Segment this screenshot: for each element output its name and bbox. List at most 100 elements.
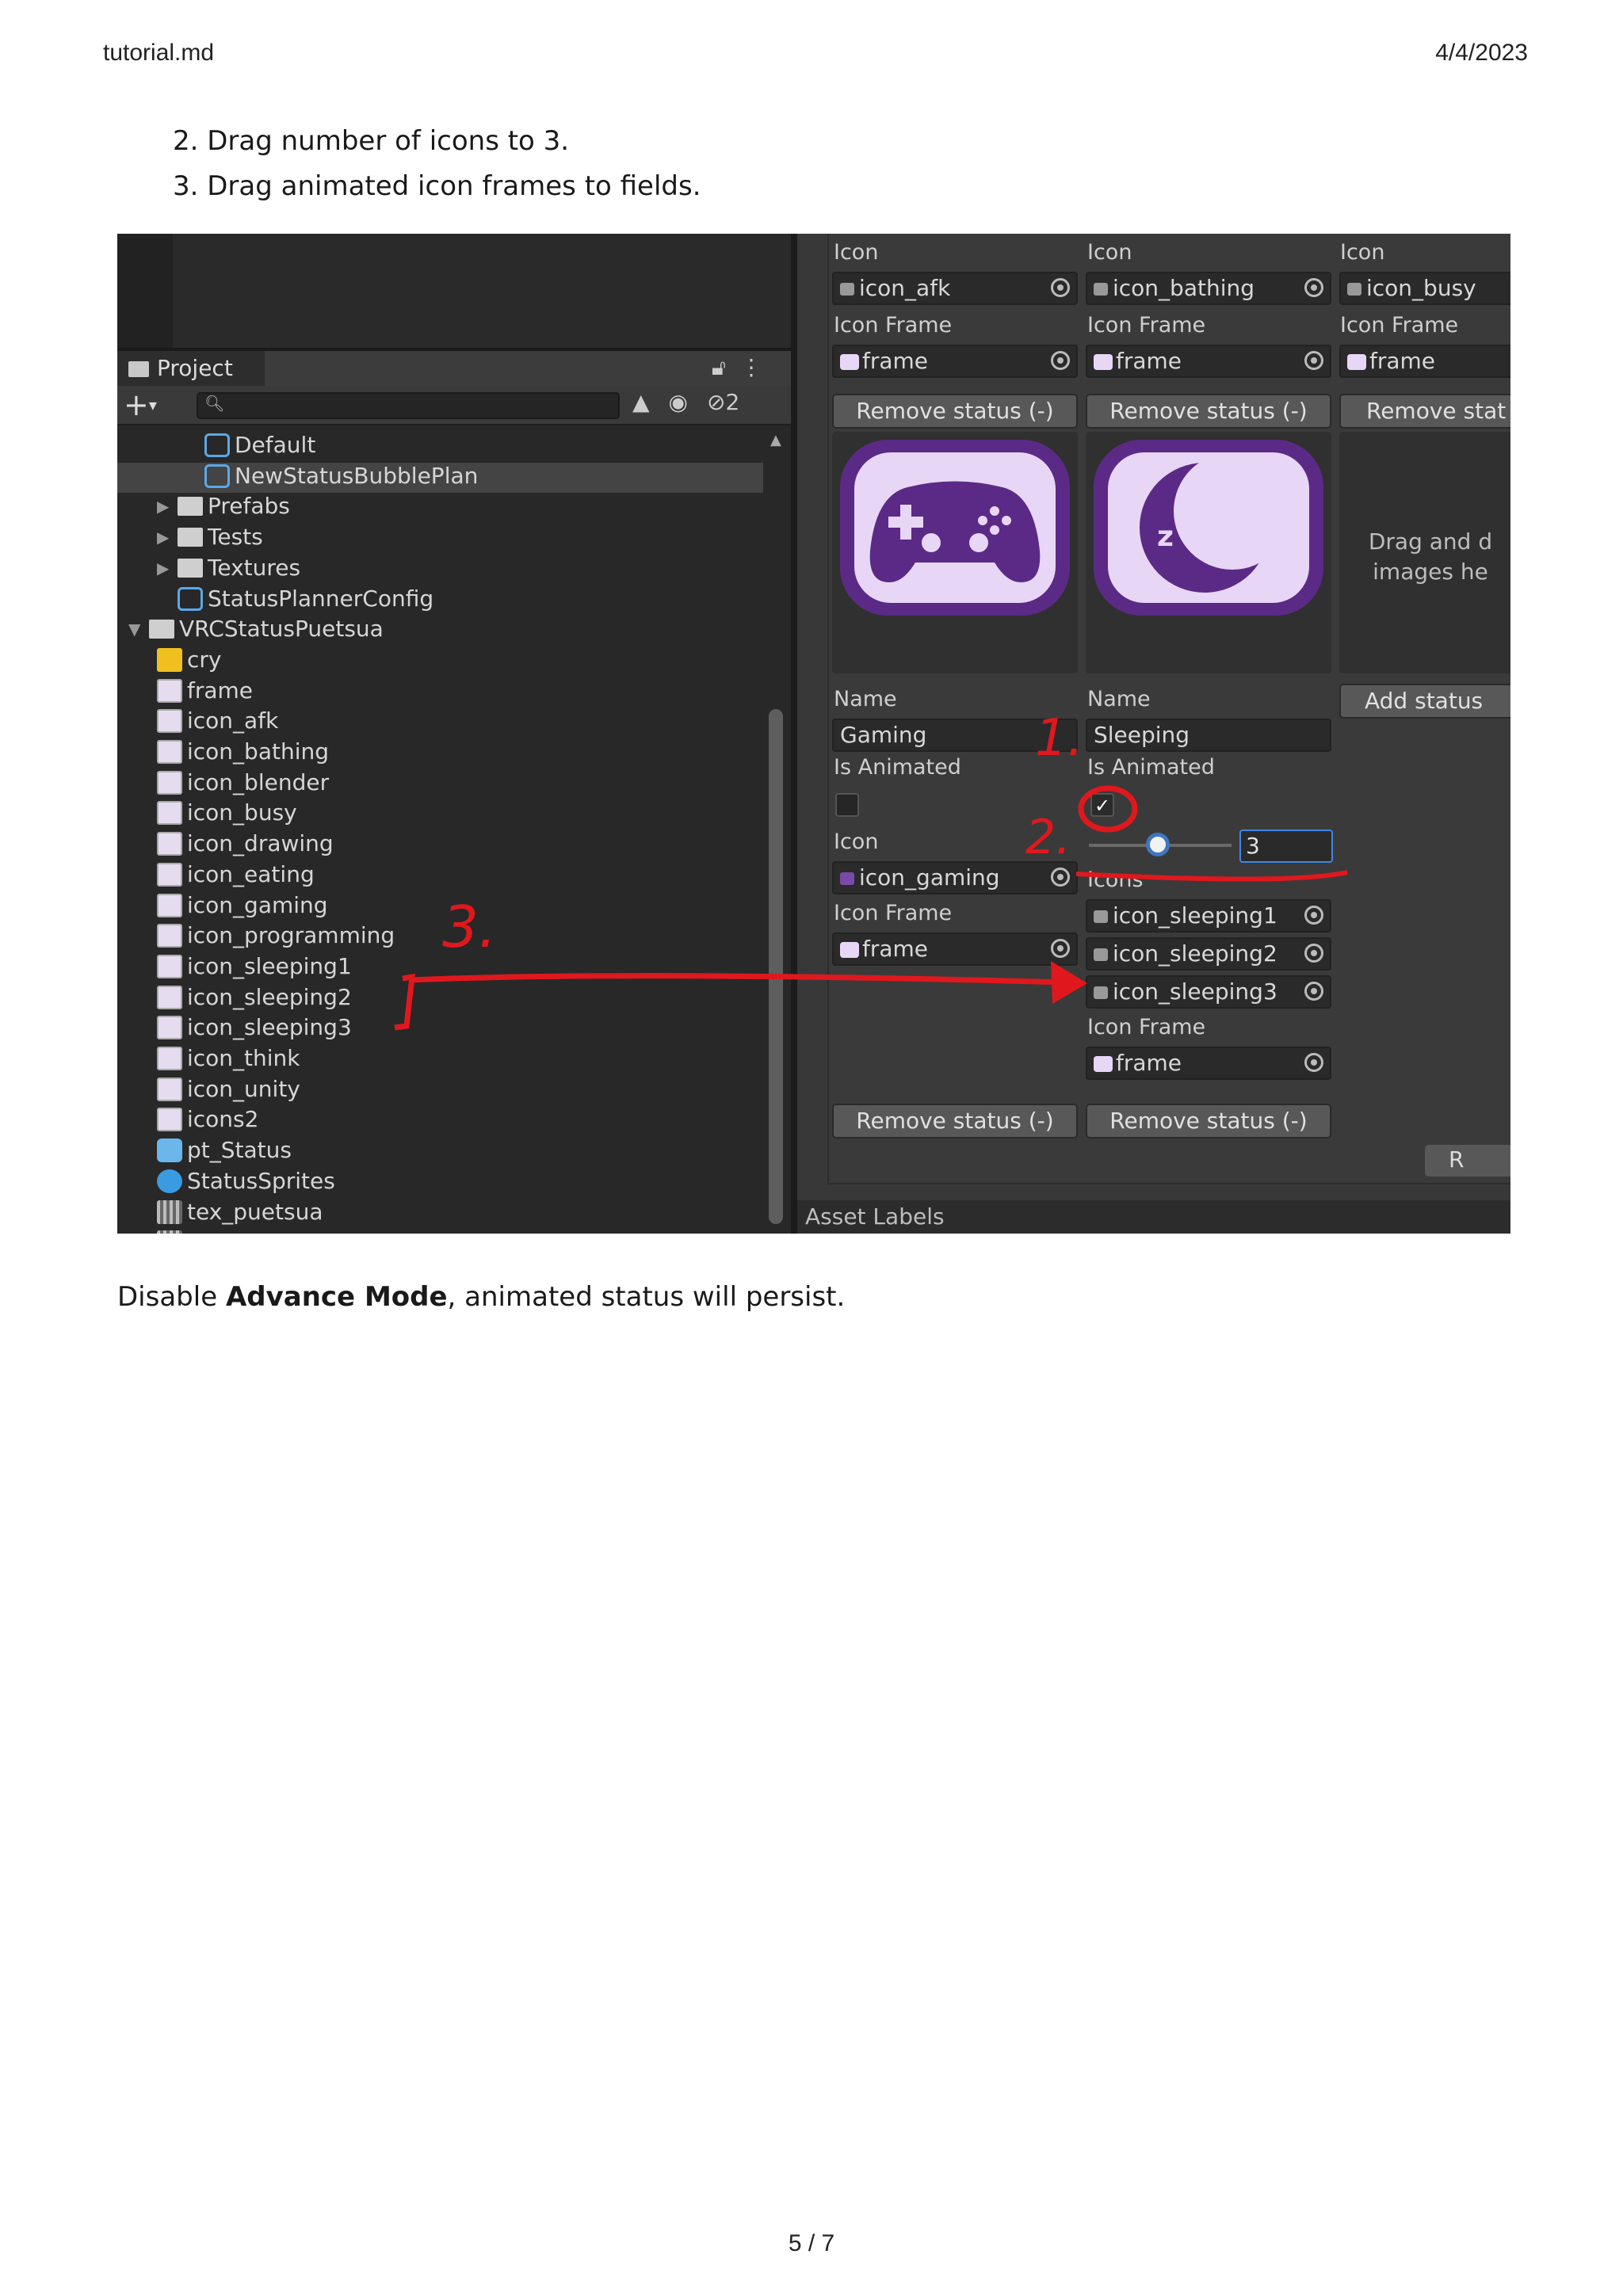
tree-row[interactable]: icon_programming [117, 922, 763, 952]
tree-row[interactable]: icon_sleeping2 [117, 984, 763, 1014]
tree-row[interactable]: ▶ Textures [117, 555, 763, 585]
tree-row[interactable]: NewStatusBubblePlan [117, 462, 763, 493]
add-status-button[interactable]: Add status [1339, 684, 1510, 719]
expand-arrow-icon[interactable]: ▶ [157, 528, 178, 547]
icon-frame-label-1: Icon Frame [834, 313, 953, 338]
tree-row[interactable]: icon_think [117, 1045, 763, 1075]
asset-labels-bar: Asset Labels [797, 1200, 1510, 1234]
filter-by-label-icon[interactable]: ◉ [669, 389, 688, 415]
expand-arrow-icon[interactable]: ▶ [157, 497, 178, 516]
tree-row[interactable]: icon_sleeping1 [117, 953, 763, 983]
tree-row[interactable]: icon_eating [117, 861, 763, 891]
frame-field-3[interactable]: frame [1339, 345, 1510, 378]
collapse-arrow-icon[interactable]: ▼ [128, 620, 149, 639]
tree-row[interactable]: icon_gaming [117, 892, 763, 922]
remove-status-button-sleeping[interactable]: Remove status (-) [1086, 1104, 1331, 1138]
sleeping2-thumb-icon [1094, 948, 1108, 961]
filter-by-type-icon[interactable]: ▲ [632, 389, 650, 415]
object-picker-icon[interactable] [1304, 278, 1323, 297]
remove-status-button-2[interactable]: Remove status (-) [1086, 394, 1331, 429]
frame-field-gaming[interactable]: frame [832, 933, 1078, 966]
sleeping1-thumb-icon [1094, 910, 1108, 923]
expand-arrow-icon[interactable]: ▶ [157, 559, 178, 578]
tree-row[interactable]: icon_bathing [117, 738, 763, 769]
tree-row-label: VRCStatusPuetsua [179, 616, 384, 643]
tree-row[interactable]: icons2 [117, 1106, 763, 1136]
tree-row[interactable]: pt_Status [117, 1137, 763, 1167]
tree-scrollbar[interactable]: ▲ [767, 432, 785, 1224]
scroll-thumb[interactable] [769, 709, 783, 1224]
frame-swatch-icon [1347, 354, 1366, 370]
tree-row[interactable]: Default [117, 432, 763, 462]
kebab-menu-icon[interactable]: ⋮ [740, 354, 777, 380]
tree-row-label: frame [187, 677, 254, 704]
inspector-panel: Icon Icon Icon icon_afk icon_bathing ico… [797, 234, 1510, 1234]
tree-row[interactable]: icon_unity [117, 1076, 763, 1106]
tree-row[interactable]: StatusPlannerConfig [117, 585, 763, 616]
search-input[interactable]: 🔍︎ [197, 392, 620, 419]
name-field-sleeping[interactable]: Sleeping [1086, 719, 1331, 752]
tree-row[interactable]: icon_sleeping3 [117, 1014, 763, 1044]
drop-area[interactable]: Drag and d images he [1339, 432, 1510, 673]
icon-field-bathing[interactable]: icon_bathing [1086, 272, 1331, 305]
icons-field-3[interactable]: icon_sleeping3 [1086, 975, 1331, 1009]
object-picker-icon[interactable] [1304, 906, 1323, 925]
icon-field-busy-value: icon_busy [1366, 275, 1476, 301]
icon-field-busy[interactable]: icon_busy [1339, 272, 1510, 305]
is-animated-checkbox-sleeping[interactable]: ✓ [1090, 793, 1114, 817]
search-icon: 🔍︎ [204, 394, 225, 413]
tree-row-label: icons2 [187, 1106, 259, 1133]
hidden-packages-icon[interactable]: ⊘2 [707, 389, 758, 415]
frame-field-1[interactable]: frame [832, 345, 1078, 378]
cry-texture-icon [157, 647, 182, 672]
object-picker-icon[interactable] [1304, 944, 1323, 963]
object-picker-icon[interactable] [1051, 868, 1070, 887]
icon-field-afk[interactable]: icon_afk [832, 272, 1078, 305]
texture-icon [157, 862, 182, 887]
scriptable-asset-icon [204, 463, 230, 488]
tree-row[interactable]: icon_afk [117, 707, 763, 738]
frame-field-sleeping[interactable]: frame [1086, 1047, 1331, 1080]
tree-row[interactable]: frame [117, 677, 763, 707]
remove-status-button-1[interactable]: Remove status (-) [832, 394, 1078, 429]
tree-row[interactable]: ▼ VRCStatusPuetsua [117, 616, 763, 646]
is-animated-checkbox-gaming[interactable] [835, 793, 859, 817]
object-picker-icon[interactable] [1051, 351, 1070, 370]
lock-icon[interactable]: 🔓︎ [712, 354, 740, 380]
name-label-2: Name [1087, 687, 1151, 711]
tree-row[interactable]: icon_busy [117, 799, 763, 830]
icons-field-1[interactable]: icon_sleeping1 [1086, 899, 1331, 933]
caption-prefix: Disable [117, 1281, 226, 1313]
open-folder-icon [149, 620, 174, 639]
tree-row[interactable]: StatusSprites [117, 1168, 763, 1198]
object-picker-icon[interactable] [1304, 351, 1323, 370]
object-picker-icon[interactable] [1051, 278, 1070, 297]
object-picker-icon[interactable] [1304, 982, 1323, 1001]
name-field-gaming[interactable]: Gaming [832, 719, 1078, 752]
tree-row[interactable]: icon_drawing [117, 830, 763, 860]
icons-field-2[interactable]: icon_sleeping2 [1086, 937, 1331, 971]
tab-tools: 🔓︎⋮ [712, 354, 777, 381]
tree-row[interactable]: tex_puetsua [117, 1229, 763, 1234]
icon-count-field[interactable]: 3 [1239, 830, 1333, 863]
tree-row[interactable]: ▶ Prefabs [117, 493, 763, 523]
tree-row[interactable]: tex_puetsua [117, 1199, 763, 1229]
tree-row[interactable]: cry [117, 646, 763, 677]
icon-count-slider-handle[interactable] [1146, 833, 1170, 856]
icon-field-gaming[interactable]: icon_gaming [832, 861, 1078, 894]
r-button[interactable]: R [1425, 1145, 1510, 1177]
remove-status-button-3[interactable]: Remove stat [1339, 394, 1510, 429]
texture-icon [157, 924, 182, 948]
tab-project[interactable]: Project [117, 351, 265, 386]
create-button[interactable]: +▾ [124, 387, 157, 422]
panel-splitter[interactable] [791, 234, 797, 1234]
scroll-up-arrow-icon[interactable]: ▲ [770, 432, 781, 448]
tree-row-label: tex_puetsua [187, 1198, 323, 1225]
frame-field-2[interactable]: frame [1086, 345, 1331, 378]
object-picker-icon[interactable] [1051, 939, 1070, 958]
tree-row[interactable]: icon_blender [117, 769, 763, 799]
object-picker-icon[interactable] [1304, 1053, 1323, 1072]
remove-status-button-gaming[interactable]: Remove status (-) [832, 1104, 1078, 1138]
tree-row[interactable]: ▶ Tests [117, 524, 763, 554]
frame-field-2-value: frame [1116, 348, 1182, 374]
